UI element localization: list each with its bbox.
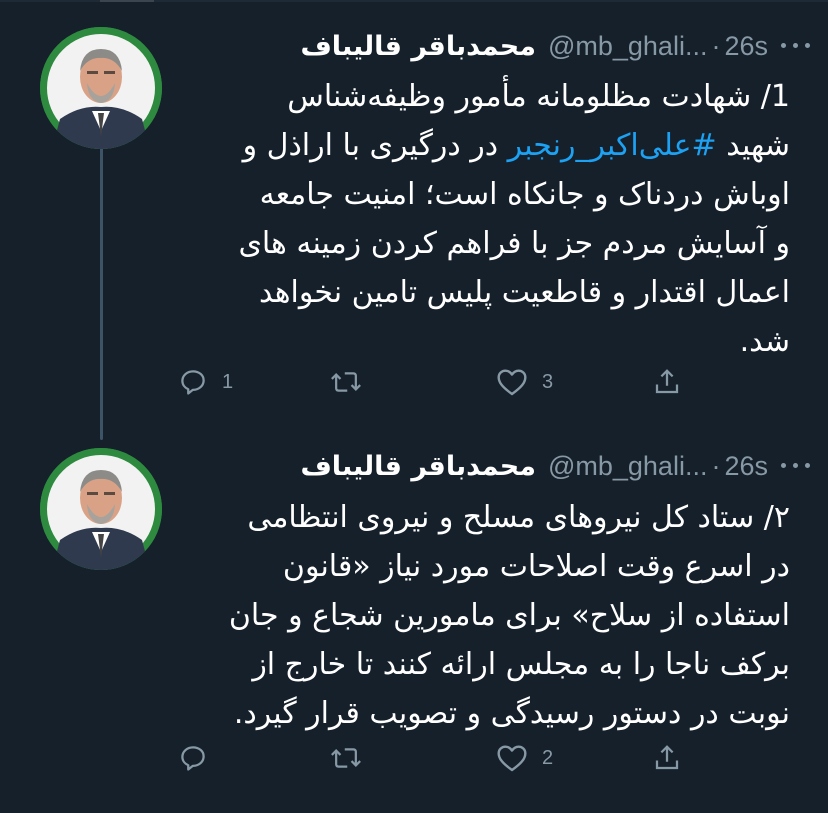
retweet-button[interactable] bbox=[330, 362, 376, 402]
timestamp[interactable]: 26s bbox=[724, 31, 768, 62]
heart-icon bbox=[496, 743, 528, 773]
tweet-text-fragment: شهید bbox=[716, 128, 790, 163]
tweet-actions: 2 bbox=[178, 738, 698, 778]
like-count: 2 bbox=[542, 746, 554, 769]
tweet-line: 1/ شهادت مظلومانه مأمور وظیفه‌شناس bbox=[287, 79, 790, 114]
user-handle[interactable]: @mb_ghali... bbox=[548, 451, 707, 482]
reply-button[interactable]: 1 bbox=[178, 362, 233, 402]
reply-icon bbox=[178, 743, 208, 773]
tweet-line: برکف ناجا را به مجلس ارائه کنند تا خارج … bbox=[252, 647, 790, 682]
tweet-text: ۲/ ستاد کل نیروهای مسلح و نیروی انتظامی … bbox=[180, 493, 790, 738]
tweet-text: 1/ شهادت مظلومانه مأمور وظیفه‌شناس شهید … bbox=[180, 72, 790, 366]
reply-button[interactable] bbox=[178, 738, 222, 778]
display-name[interactable]: محمدباقر قالیباف bbox=[300, 31, 536, 62]
separator: · bbox=[711, 30, 721, 61]
tweet-line: شد. bbox=[739, 324, 790, 359]
tweet-line: استفاده از سلاح» برای مامورین شجاع و جان bbox=[228, 598, 790, 633]
share-icon bbox=[652, 743, 682, 773]
tweet-line: شهید #علی‌اکبر_رنجبر در درگیری با اراذل … bbox=[180, 121, 790, 170]
tweet-actions: 1 3 bbox=[178, 362, 698, 402]
like-button[interactable]: 3 bbox=[496, 362, 553, 402]
reply-icon bbox=[178, 367, 208, 397]
like-count: 3 bbox=[542, 370, 554, 393]
display-name[interactable]: محمدباقر قالیباف bbox=[300, 451, 536, 482]
more-icon[interactable] bbox=[778, 458, 814, 474]
share-icon bbox=[652, 367, 682, 397]
tweet-header: @mb_ghali... · 26s محمدباقر قالیباف bbox=[300, 28, 768, 64]
tweet-thread: @mb_ghali... · 26s محمدباقر قالیباف 1/ ش… bbox=[0, 0, 828, 813]
tweet-line: ۲/ ستاد کل نیروهای مسلح و نیروی انتظامی bbox=[247, 500, 790, 535]
share-button[interactable] bbox=[652, 738, 682, 778]
tweet-line: اعمال اقتدار و قاطعیت پلیس تامین نخواهد bbox=[258, 275, 790, 310]
hashtag-link[interactable]: #علی‌اکبر_رنجبر bbox=[508, 128, 717, 163]
tweet-header: @mb_ghali... · 26s محمدباقر قالیباف bbox=[300, 448, 768, 484]
like-button[interactable]: 2 bbox=[496, 738, 553, 778]
timestamp[interactable]: 26s bbox=[724, 451, 768, 482]
retweet-icon bbox=[330, 367, 362, 397]
retweet-icon bbox=[330, 743, 362, 773]
tweet-1[interactable]: @mb_ghali... · 26s محمدباقر قالیباف 1/ ش… bbox=[0, 0, 828, 436]
tweet-line: در اسرع وقت اصلاحات مورد نیاز «قانون bbox=[282, 549, 790, 584]
avatar[interactable] bbox=[40, 448, 162, 570]
user-handle[interactable]: @mb_ghali... bbox=[548, 31, 707, 62]
more-icon[interactable] bbox=[778, 38, 814, 54]
tweet-2[interactable]: @mb_ghali... · 26s محمدباقر قالیباف ۲/ س… bbox=[0, 436, 828, 813]
heart-icon bbox=[496, 367, 528, 397]
retweet-button[interactable] bbox=[330, 738, 376, 778]
tweet-line: و آسایش مردم جز با فراهم کردن زمینه های bbox=[238, 226, 790, 261]
separator: · bbox=[711, 450, 721, 481]
tweet-line: نوبت در دستور رسیدگی و تصویب قرار گیرد. bbox=[233, 696, 790, 731]
tweet-text-fragment: در درگیری با اراذل و bbox=[242, 128, 508, 163]
share-button[interactable] bbox=[652, 362, 682, 402]
reply-count: 1 bbox=[222, 370, 234, 393]
tweet-line: اوباش دردناک و جانکاه است؛ امنیت جامعه bbox=[259, 177, 790, 212]
avatar[interactable] bbox=[40, 27, 162, 149]
